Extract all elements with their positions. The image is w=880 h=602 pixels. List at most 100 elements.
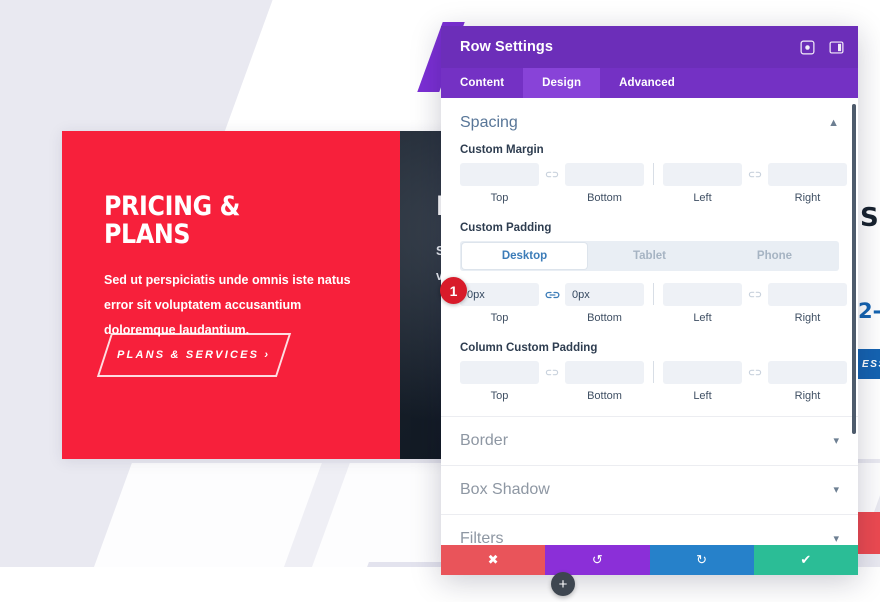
tab-content[interactable]: Content [441, 68, 523, 98]
chevron-up-icon: ▲ [828, 116, 839, 129]
hero-pricing-body: Sed ut perspiciatis unde omnis iste natu… [104, 272, 351, 337]
custom-padding-right-input[interactable] [768, 283, 847, 306]
custom-margin-top-label: Top [490, 192, 509, 204]
undo-icon: ↺ [591, 552, 603, 567]
custom-margin-left-input[interactable] [663, 163, 742, 186]
custom-margin-top-cell: Top [460, 163, 539, 204]
section-filters-title: Filters [460, 530, 504, 545]
custom-padding-bottom-label: Bottom [587, 312, 622, 324]
modal-title: Row Settings [460, 39, 554, 55]
custom-padding-group: Custom Padding Desktop Tablet Phone Top [441, 222, 858, 324]
right-pricing-card: S 2-6 ESS [856, 131, 880, 459]
modal-body: Spacing ▲ Custom Margin Top Bottom Left … [441, 98, 858, 545]
add-module-button[interactable]: + [551, 572, 575, 596]
custom-margin-right-input[interactable] [768, 163, 847, 186]
plus-icon: + [558, 575, 568, 593]
section-spacing-title: Spacing [460, 114, 518, 131]
custom-padding-vertical: Top Bottom [460, 283, 644, 324]
column-padding-bottom-label: Bottom [587, 390, 622, 402]
undo-button[interactable]: ↺ [545, 545, 650, 575]
section-box-shadow-title: Box Shadow [460, 481, 550, 498]
custom-margin-bottom-label: Bottom [587, 192, 622, 204]
custom-padding-bottom-input[interactable] [565, 283, 644, 306]
redo-icon: ↻ [696, 552, 708, 567]
custom-margin-bottom-cell: Bottom [565, 163, 644, 204]
custom-margin-label: Custom Margin [460, 144, 544, 156]
custom-margin-group: Custom Margin Top Bottom Left Right [441, 144, 858, 204]
custom-margin-right-cell: Right [768, 163, 847, 204]
custom-padding-label: Custom Padding [460, 222, 552, 234]
plans-and-services-button[interactable]: PLANS & SERVICES › [96, 333, 292, 377]
custom-margin-left-cell: Left [663, 163, 742, 204]
section-border-title: Border [460, 432, 509, 449]
column-padding-left-label: Left [693, 390, 712, 402]
focus-icon[interactable] [800, 40, 815, 55]
decorative-red-chip [856, 512, 880, 554]
section-border[interactable]: Border ▾ [441, 416, 858, 465]
field-divider [653, 283, 654, 305]
column-custom-padding-label: Column Custom Padding [460, 342, 598, 354]
custom-padding-top-label: Top [490, 312, 509, 324]
cancel-button[interactable]: ✖ [441, 545, 546, 575]
field-divider [653, 163, 654, 185]
device-option-desktop[interactable]: Desktop [462, 243, 587, 269]
link-broken-icon[interactable] [742, 283, 768, 306]
tab-advanced[interactable]: Advanced [600, 68, 694, 98]
custom-margin-bottom-input[interactable] [565, 163, 644, 186]
column-padding-top-input[interactable] [460, 361, 539, 384]
custom-margin-left-label: Left [693, 192, 712, 204]
row-settings-modal: Row Settings Content Design Advanced Spa… [441, 26, 858, 575]
modal-tabs: Content Design Advanced [441, 68, 858, 98]
custom-margin-right-label: Right [794, 192, 821, 204]
column-padding-bottom-input[interactable] [565, 361, 644, 384]
custom-padding-right-label: Right [794, 312, 821, 324]
column-padding-vertical: Top Bottom [460, 361, 644, 402]
column-padding-top-label: Top [490, 390, 509, 402]
chevron-down-icon: ▾ [833, 532, 839, 545]
redo-button[interactable]: ↻ [649, 545, 754, 575]
link-broken-icon[interactable] [742, 361, 768, 384]
custom-margin-top-input[interactable] [460, 163, 539, 186]
section-filters[interactable]: Filters ▾ [441, 514, 858, 545]
right-card-button[interactable]: ESS [856, 349, 880, 379]
chevron-down-icon: ▾ [833, 434, 839, 447]
modal-scrollbar[interactable] [852, 104, 856, 434]
link-broken-icon[interactable] [539, 361, 565, 384]
panel-layout-icon[interactable] [829, 40, 844, 55]
section-spacing-header[interactable]: Spacing ▲ [441, 98, 858, 144]
column-padding-left-input[interactable] [663, 361, 742, 384]
custom-padding-left-label: Left [693, 312, 712, 324]
modal-header-actions [800, 40, 844, 55]
close-icon: ✖ [487, 552, 499, 567]
custom-padding-top-cell: Top [460, 283, 539, 324]
custom-padding-top-input[interactable] [460, 283, 539, 306]
right-card-heading: S [860, 203, 879, 233]
link-broken-icon[interactable] [742, 163, 768, 186]
custom-padding-left-input[interactable] [663, 283, 742, 306]
link-broken-icon[interactable] [539, 163, 565, 186]
device-option-phone[interactable]: Phone [712, 243, 837, 269]
custom-padding-right-cell: Right [768, 283, 847, 324]
custom-margin-fields: Top Bottom Left Right [460, 163, 847, 204]
field-divider [653, 361, 654, 383]
column-padding-horizontal: Left Right [663, 361, 847, 402]
hero-pricing-title: PRICING & PLANS [104, 191, 241, 251]
column-padding-right-input[interactable] [768, 361, 847, 384]
device-option-tablet[interactable]: Tablet [587, 243, 712, 269]
device-toggle: Desktop Tablet Phone [460, 241, 839, 271]
plans-and-services-button-label: PLANS & SERVICES › [117, 349, 271, 361]
custom-padding-fields: Top Bottom [460, 283, 847, 324]
right-card-button-label: ESS [862, 358, 880, 370]
custom-margin-vertical: Top Bottom [460, 163, 644, 204]
modal-footer: ✖ ↺ ↻ ✔ [441, 545, 858, 575]
right-card-number: 2-6 [858, 299, 880, 323]
screen: PRICING & PLANS Sed ut perspiciatis unde… [0, 0, 880, 602]
column-padding-left-cell: Left [663, 361, 742, 402]
step-badge-1: 1 [440, 277, 467, 304]
link-connected-icon[interactable] [539, 283, 565, 306]
tab-design[interactable]: Design [523, 68, 601, 98]
save-button[interactable]: ✔ [753, 545, 858, 575]
section-box-shadow[interactable]: Box Shadow ▾ [441, 465, 858, 514]
